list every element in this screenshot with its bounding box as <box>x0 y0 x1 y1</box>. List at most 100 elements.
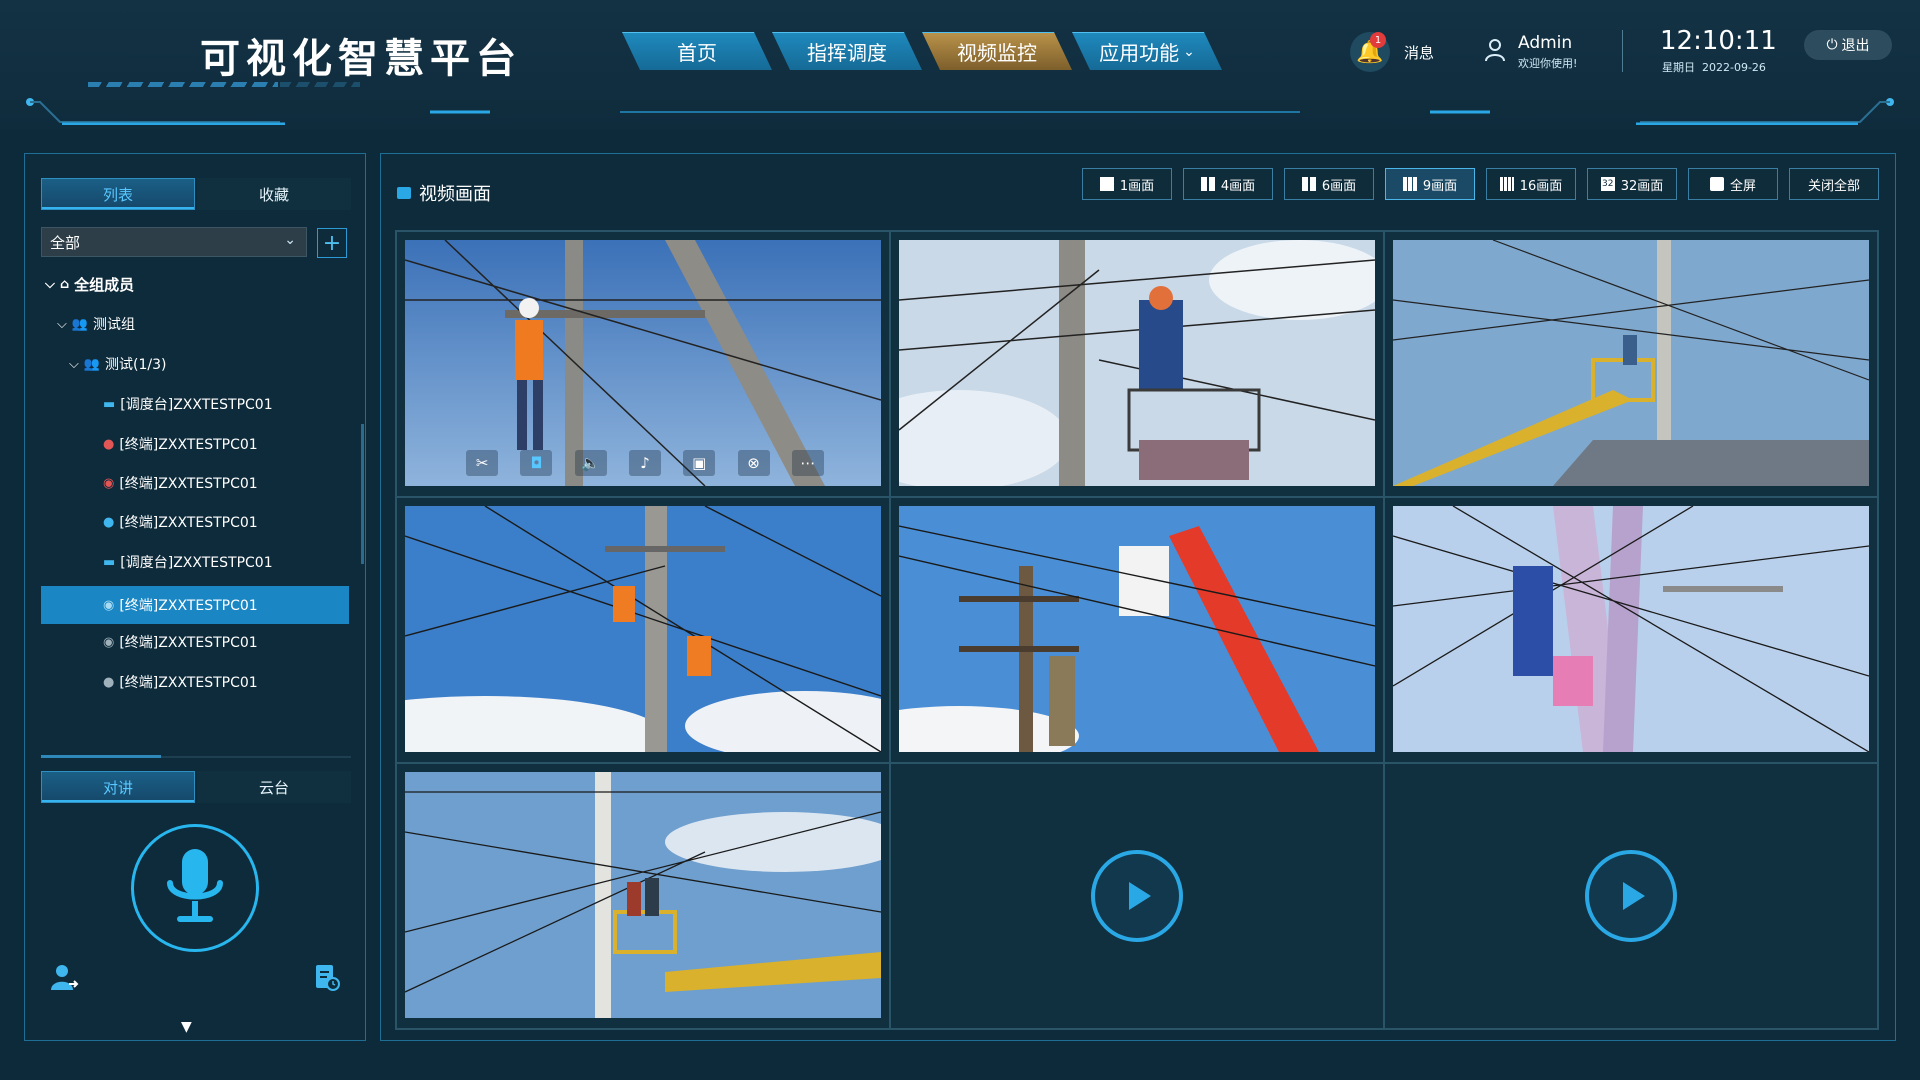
tree-item-device[interactable]: ▬ [调度台]ZXXTESTPC01 <box>103 388 273 420</box>
panel-title-text: 视频画面 <box>419 184 491 205</box>
user-icon: ● <box>103 436 115 452</box>
date: 2022-09-26 <box>1702 61 1766 74</box>
more-icon[interactable]: ⋯ <box>791 450 824 476</box>
fullscreen-button[interactable]: 全屏 <box>1688 168 1778 200</box>
clock-time: 12:10:11 <box>1660 26 1777 56</box>
nav-home[interactable]: 首页 <box>622 32 772 70</box>
video-cell-1[interactable]: ✂ ◘ 🔈 ♪ ▣ ⊗ ⋯ <box>396 231 890 497</box>
video-cell-5[interactable] <box>890 497 1384 763</box>
layout-4-button[interactable]: 4画面 <box>1183 168 1273 200</box>
tree-row-all-members[interactable]: ⌵ ⌂ 全组成员 <box>45 268 134 300</box>
group-icon: 👥 <box>71 316 89 332</box>
user-transfer-icon[interactable] <box>47 960 81 994</box>
chevron-down-icon[interactable]: ⌵ <box>69 357 79 372</box>
nav-video-monitor[interactable]: 视频监控 <box>922 32 1072 70</box>
logout-button[interactable]: ⏻ 退出 <box>1804 30 1892 60</box>
tree-item-device[interactable]: ▬ [调度台]ZXXTESTPC01 <box>103 546 273 578</box>
video-cell-6[interactable] <box>1384 497 1878 763</box>
video-toolbar: ✂ ◘ 🔈 ♪ ▣ ⊗ ⋯ <box>455 448 835 478</box>
tab-ptz-label: 云台 <box>258 778 289 797</box>
layout-9-button[interactable]: 9画面 <box>1385 168 1475 200</box>
video-cell-8[interactable] <box>890 763 1384 1029</box>
nav-dispatch[interactable]: 指挥调度 <box>772 32 922 70</box>
tree-item-device[interactable]: ● [终端]ZXXTESTPC01 <box>103 506 258 538</box>
tree-row-test-group[interactable]: ⌵ 👥 测试组 <box>57 308 135 340</box>
video-feed[interactable]: ✂ ◘ 🔈 ♪ ▣ ⊗ ⋯ <box>405 240 881 486</box>
scissors-icon[interactable]: ✂ <box>466 450 499 476</box>
user-name[interactable]: Admin <box>1518 33 1572 53</box>
video-cell-7[interactable] <box>396 763 890 1029</box>
header-bar: 可视化智慧平台 首页 指挥调度 视频监控 应用功能 ⌄ 🔔 1 消息 Admin … <box>0 0 1920 130</box>
tree-item-device[interactable]: ◉ [终端]ZXXTESTPC01 <box>103 626 258 658</box>
layout-label: 关闭全部 <box>1807 178 1860 194</box>
video-feed[interactable] <box>405 772 881 1018</box>
close-all-button[interactable]: 关闭全部 <box>1789 168 1879 200</box>
message-label[interactable]: 消息 <box>1404 42 1434 63</box>
layout-label: 6画面 <box>1321 178 1357 194</box>
close-circle-icon[interactable]: ⊗ <box>737 450 770 476</box>
nav-app-functions[interactable]: 应用功能 ⌄ <box>1072 32 1222 70</box>
play-icon[interactable] <box>1091 850 1183 942</box>
video-feed[interactable] <box>899 506 1375 752</box>
video-feed[interactable] <box>405 506 881 752</box>
tree-row-test[interactable]: ⌵ 👥 测试(1/3) <box>69 348 167 380</box>
location-icon: ◉ <box>103 634 115 650</box>
tree-item-device-selected[interactable]: ◉ [终端]ZXXTESTPC01 <box>41 586 349 624</box>
layout-label: 1画面 <box>1119 178 1155 194</box>
tab-ptz[interactable]: 云台 <box>197 771 351 803</box>
video-cell-9[interactable] <box>1384 763 1878 1029</box>
tab-intercom[interactable]: 对讲 <box>41 771 195 803</box>
video-cell-3[interactable] <box>1384 231 1878 497</box>
tree-label: [终端]ZXXTESTPC01 <box>119 437 258 453</box>
chevron-down-icon: ⌄ <box>1183 43 1195 60</box>
video-feed[interactable] <box>1393 240 1869 486</box>
video-panel: 视频画面 1画面 4画面 6画面 9画面 16画面 32 32画面 全屏 关闭全部… <box>380 153 1896 1041</box>
date-line: 星期日 2022-09-26 <box>1662 59 1766 75</box>
layout-16-button[interactable]: 16画面 <box>1486 168 1576 200</box>
play-icon[interactable] <box>1585 850 1677 942</box>
tab-favorites-label: 收藏 <box>258 185 289 204</box>
record-icon[interactable]: ▣ <box>683 450 716 476</box>
video-feed[interactable] <box>899 240 1375 486</box>
mic-icon[interactable]: ♪ <box>628 450 661 476</box>
nav-home-label: 首页 <box>677 41 717 65</box>
tree-item-device[interactable]: ● [终端]ZXXTESTPC01 <box>103 428 258 460</box>
tree-item-device[interactable]: ◉ [终端]ZXXTESTPC01 <box>103 467 258 499</box>
tree-label: [调度台]ZXXTESTPC01 <box>120 555 273 571</box>
app-title: 可视化智慧平台 <box>200 36 522 82</box>
tree-item-device[interactable]: ● [终端]ZXXTESTPC01 <box>103 666 258 698</box>
group-select[interactable]: 全部 ⌄ <box>41 227 307 257</box>
volume-icon[interactable]: 🔈 <box>574 450 607 476</box>
push-to-talk-button[interactable] <box>131 824 259 952</box>
fullscreen-icon <box>1709 177 1724 191</box>
video-cell-4[interactable] <box>396 497 890 763</box>
layout-6-button[interactable]: 6画面 <box>1284 168 1374 200</box>
document-clock-icon[interactable] <box>309 960 343 994</box>
monitor-icon: ▬ <box>103 396 116 412</box>
tree-label: [终端]ZXXTESTPC01 <box>119 635 258 651</box>
chevron-down-icon[interactable]: ⌵ <box>57 317 67 332</box>
video-grid: ✂ ◘ 🔈 ♪ ▣ ⊗ ⋯ <box>395 230 1879 1030</box>
title-decoration-2 <box>280 82 360 87</box>
user-icon: ● <box>103 674 115 690</box>
layout-label: 全屏 <box>1729 178 1756 194</box>
tab-list[interactable]: 列表 <box>41 178 195 210</box>
horizontal-scrollbar[interactable] <box>41 755 161 758</box>
camera-icon[interactable]: ◘ <box>520 450 553 476</box>
nav-app-functions-label: 应用功能 <box>1099 41 1180 65</box>
tab-favorites[interactable]: 收藏 <box>197 178 351 210</box>
video-feed[interactable] <box>1393 506 1869 752</box>
group-icon: 👥 <box>83 356 101 372</box>
layout-1-button[interactable]: 1画面 <box>1082 168 1172 200</box>
tree-scrollbar[interactable] <box>361 424 364 564</box>
video-cell-2[interactable] <box>890 231 1384 497</box>
add-button[interactable]: + <box>317 228 347 258</box>
microphone-icon <box>167 849 223 922</box>
tree-label: [终端]ZXXTESTPC01 <box>119 675 258 691</box>
tab-intercom-label: 对讲 <box>102 778 133 797</box>
layout-32-button[interactable]: 32 32画面 <box>1587 168 1677 200</box>
chevron-down-icon[interactable]: ⌵ <box>45 277 55 292</box>
expand-down-icon[interactable]: ▼ <box>181 1019 192 1035</box>
grid-6-icon <box>1301 177 1316 191</box>
tree-label: 测试(1/3) <box>105 357 167 373</box>
